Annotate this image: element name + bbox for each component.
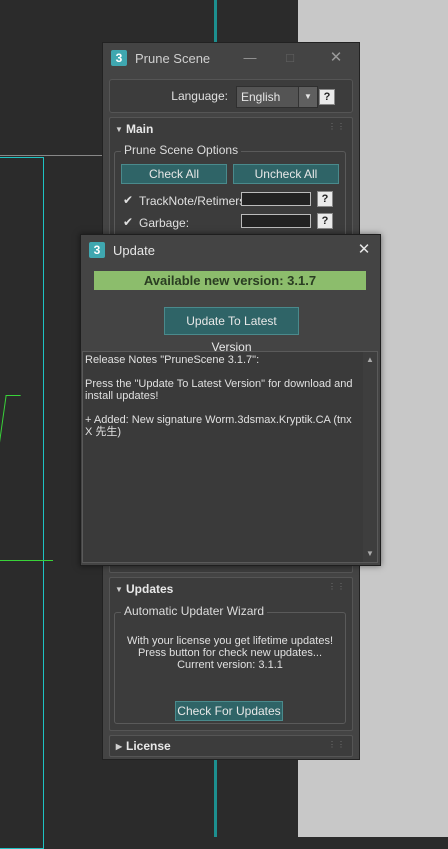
- release-notes-line: Release Notes "PruneScene 3.1.7":: [85, 354, 260, 366]
- current-version-text: Current version: 3.1.1: [177, 659, 283, 671]
- garbage-checkbox[interactable]: ✔: [123, 216, 135, 228]
- viewport-grid-line: [0, 155, 102, 156]
- garbage-label: Garbage:: [139, 216, 190, 230]
- language-row: Language: English ▼ ?: [109, 79, 353, 113]
- release-notes-text: Release Notes "PruneScene 3.1.7": Press …: [85, 354, 361, 450]
- drag-handle-icon[interactable]: ⋮⋮: [328, 122, 346, 131]
- main-rollout-header[interactable]: ▼ Main: [110, 118, 352, 140]
- language-value: English: [241, 90, 281, 104]
- license-rollout-header[interactable]: ▶ License: [110, 736, 352, 756]
- updater-wizard-title: Automatic Updater Wizard: [121, 604, 268, 618]
- tracknote-checkbox[interactable]: ✔: [123, 194, 135, 206]
- tracknote-field[interactable]: [241, 192, 311, 206]
- drag-handle-icon[interactable]: ⋮⋮: [328, 740, 346, 749]
- viewport-divider-line: [214, 0, 217, 42]
- tracknote-label: TrackNote/Retimers:: [139, 194, 249, 208]
- updates-rollout-title: Updates: [126, 582, 174, 596]
- check-all-button[interactable]: Check All: [121, 164, 227, 184]
- update-dialog: 3 Update ✕ Available new version: 3.1.7 …: [80, 234, 381, 566]
- garbage-field[interactable]: [241, 214, 311, 228]
- main-rollout: ▼ Main ⋮⋮ Prune Scene Options Check All …: [109, 117, 353, 243]
- prune-options-group: Prune Scene Options Check All Uncheck Al…: [114, 143, 346, 243]
- language-help-button[interactable]: ?: [319, 89, 335, 105]
- collapse-triangle-icon: ▼: [115, 584, 123, 594]
- update-title: Update: [113, 242, 155, 258]
- license-info-line: Press button for check new updates...: [137, 647, 323, 659]
- update-title-bar[interactable]: 3 Update ✕: [81, 235, 380, 265]
- updater-wizard-group: Automatic Updater Wizard With your licen…: [114, 604, 346, 724]
- scroll-down-icon[interactable]: ▼: [363, 548, 377, 560]
- new-version-banner: Available new version: 3.1.7: [94, 271, 366, 290]
- updates-rollout: ▼ Updates ⋮⋮ Automatic Updater Wizard Wi…: [109, 577, 353, 731]
- tracknote-help-button[interactable]: ?: [317, 191, 333, 207]
- viewport-frame: [0, 157, 44, 849]
- license-rollout: ▶ License ⋮⋮: [109, 735, 353, 757]
- viewport-divider-line: [214, 758, 217, 837]
- close-icon[interactable]: ✕: [355, 241, 373, 259]
- drag-handle-icon[interactable]: ⋮⋮: [328, 582, 346, 591]
- maximize-icon[interactable]: □: [281, 49, 299, 67]
- license-info-line: With your license you get lifetime updat…: [126, 635, 334, 647]
- expand-triangle-icon: ▶: [115, 741, 123, 751]
- window-title: Prune Scene: [135, 50, 211, 66]
- viewport-object-line: [0, 560, 53, 561]
- app-logo: 3: [111, 50, 127, 66]
- update-to-latest-button[interactable]: Update To Latest Version: [164, 307, 299, 354]
- release-notes-textarea[interactable]: Release Notes "PruneScene 3.1.7": Press …: [82, 351, 378, 563]
- chevron-down-icon[interactable]: ▼: [298, 87, 317, 107]
- scroll-up-icon[interactable]: ▲: [363, 354, 377, 366]
- prune-options-title: Prune Scene Options: [121, 143, 242, 157]
- release-notes-line: Press the "Update To Latest Version" for…: [85, 378, 353, 402]
- uncheck-all-button[interactable]: Uncheck All: [233, 164, 339, 184]
- license-rollout-title: License: [126, 739, 171, 753]
- minimize-icon[interactable]: —: [241, 49, 259, 67]
- check-for-updates-button[interactable]: Check For Updates: [175, 701, 283, 721]
- release-notes-line: + Added: New signature Worm.3dsmax.Krypt…: [85, 414, 352, 438]
- scrollbar[interactable]: ▲ ▼: [363, 352, 377, 562]
- garbage-help-button[interactable]: ?: [317, 213, 333, 229]
- app-logo: 3: [89, 242, 105, 258]
- close-icon[interactable]: ✕: [327, 49, 345, 67]
- title-bar[interactable]: 3 Prune Scene — □ ✕: [103, 43, 359, 73]
- main-rollout-title: Main: [126, 122, 154, 136]
- language-label: Language:: [171, 89, 228, 103]
- language-select[interactable]: English ▼: [236, 86, 318, 108]
- collapse-triangle-icon: ▼: [115, 124, 123, 134]
- license-info-text: With your license you get lifetime updat…: [115, 635, 345, 671]
- updates-rollout-header[interactable]: ▼ Updates: [110, 578, 352, 600]
